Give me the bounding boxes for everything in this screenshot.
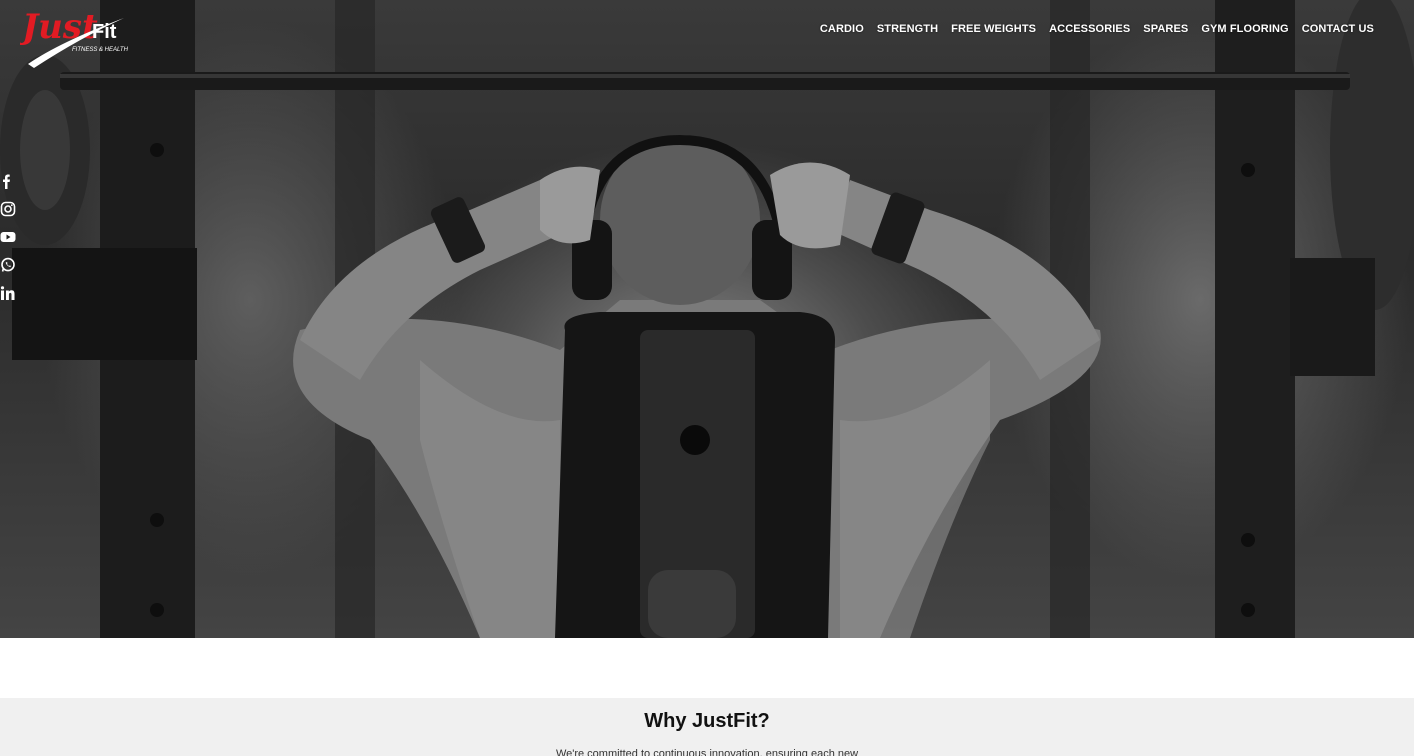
facebook-icon[interactable]	[0, 173, 16, 189]
nav-cardio[interactable]: CARDIO	[820, 22, 864, 36]
logo-word-text: Fit	[92, 21, 117, 43]
why-section: Why JustFit? We're committed to continuo…	[0, 698, 1414, 756]
logo-script-text: Just	[20, 7, 98, 47]
hero-image	[0, 0, 1414, 638]
main-nav: CARDIO STRENGTH FREE WEIGHTS ACCESSORIES…	[820, 22, 1374, 36]
whatsapp-icon[interactable]	[0, 257, 16, 273]
justfit-logo[interactable]: Just Fit FITNESS & HEALTH	[20, 2, 140, 68]
hero-photo-illustration	[0, 0, 1414, 638]
youtube-icon[interactable]	[0, 229, 16, 245]
linkedin-icon[interactable]	[0, 285, 16, 301]
spacer-band	[0, 638, 1414, 698]
instagram-icon[interactable]	[0, 201, 16, 217]
nav-spares[interactable]: SPARES	[1143, 22, 1188, 36]
why-intro-text: We're committed to continuous innovation…	[555, 748, 859, 756]
nav-accessories[interactable]: ACCESSORIES	[1049, 22, 1130, 36]
social-links	[0, 173, 16, 301]
nav-strength[interactable]: STRENGTH	[877, 22, 938, 36]
nav-gym-flooring[interactable]: GYM FLOORING	[1201, 22, 1288, 36]
nav-free-weights[interactable]: FREE WEIGHTS	[951, 22, 1036, 36]
logo-tagline: FITNESS & HEALTH	[72, 47, 129, 53]
nav-contact-us[interactable]: CONTACT US	[1302, 22, 1374, 36]
why-title: Why JustFit?	[644, 710, 770, 732]
